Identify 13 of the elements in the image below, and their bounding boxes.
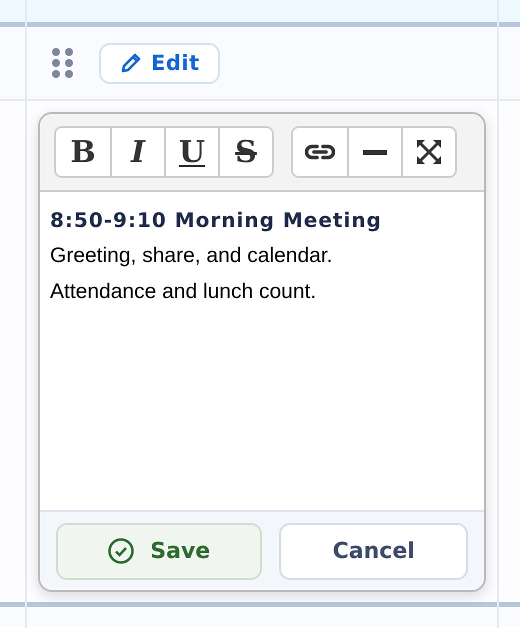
heading-text: 8:50-9:10 Morning Meeting: [50, 208, 383, 232]
link-icon: [305, 144, 335, 160]
cancel-button[interactable]: Cancel: [279, 522, 468, 580]
body-text: Attendance and lunch count.: [50, 280, 318, 304]
check-circle-icon: [108, 538, 134, 564]
edit-button[interactable]: Edit: [99, 42, 220, 84]
body-text: Greeting, share, and calendar.: [50, 244, 334, 268]
expand-icon: [416, 139, 442, 165]
save-button[interactable]: Save: [56, 522, 262, 580]
strikethrough-button[interactable]: S: [218, 128, 272, 176]
pencil-icon: [120, 52, 142, 74]
drag-handle-icon[interactable]: [52, 48, 73, 78]
fullscreen-button[interactable]: [401, 128, 455, 176]
